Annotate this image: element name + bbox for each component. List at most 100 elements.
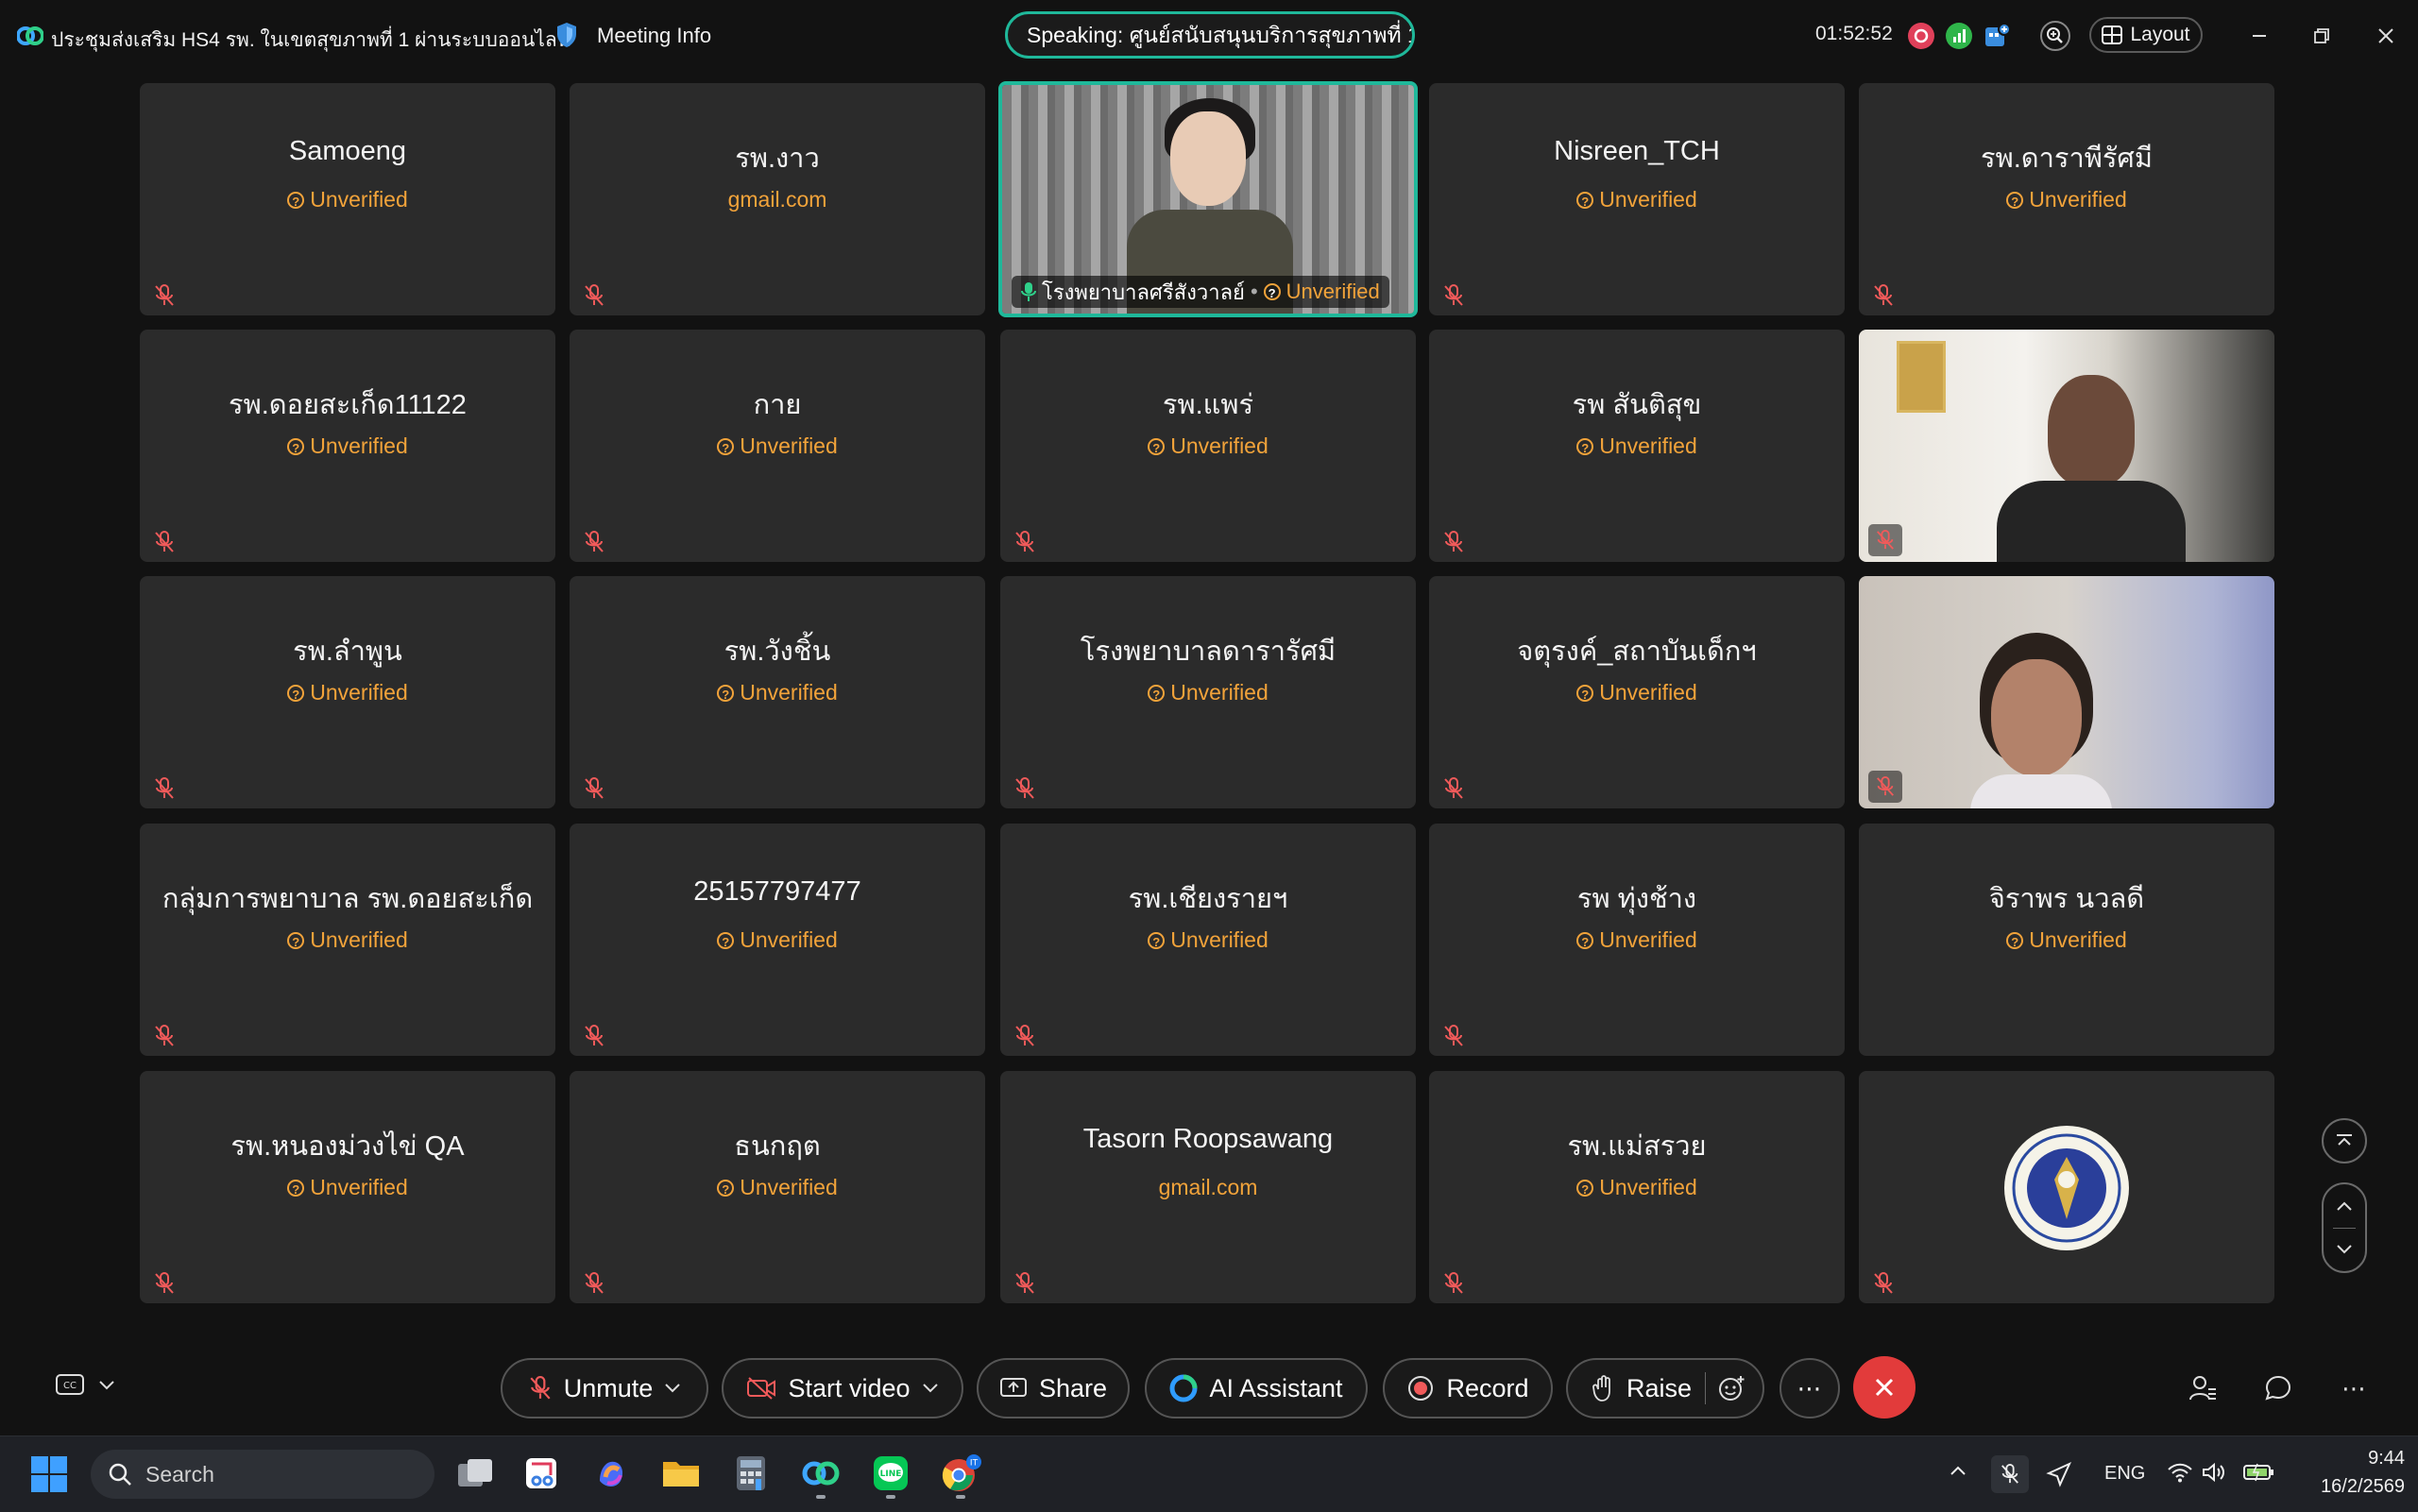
show-hidden-icons-button[interactable]	[1948, 1461, 1968, 1487]
reactions-icon[interactable]	[1717, 1374, 1745, 1402]
participant-tile[interactable]: Samoeng ? Unverified	[140, 83, 555, 315]
participant-video-tile[interactable]	[1859, 576, 2274, 808]
verification-status: ? Unverified	[140, 187, 555, 212]
record-icon	[1408, 1376, 1434, 1401]
layout-grid-icon	[2102, 25, 2123, 44]
page-down-button[interactable]	[2324, 1230, 2365, 1267]
participant-tile[interactable]: โรงพยาบาลดารารัศมี ? Unverified	[1000, 576, 1416, 808]
participants-button[interactable]	[2184, 1369, 2222, 1407]
participant-tile[interactable]: รพ.ลำพูน ? Unverified	[140, 576, 555, 808]
minimize-icon[interactable]	[2239, 17, 2280, 55]
record-label: Record	[1446, 1373, 1529, 1402]
webex-app-icon[interactable]	[799, 1452, 843, 1495]
windows-start-icon[interactable]	[30, 1455, 68, 1493]
participant-tile[interactable]: รพ.ดอยสะเก็ด11122 ? Unverified	[140, 330, 555, 562]
zoom-icon[interactable]	[2038, 19, 2072, 53]
verification-status: ? Unverified	[570, 927, 985, 953]
participant-tile[interactable]: 25157797477 ? Unverified	[570, 824, 985, 1056]
more-options-button[interactable]: ⋯	[1779, 1358, 1840, 1419]
line-app-icon[interactable]: LINE	[869, 1452, 912, 1495]
mic-muted-icon	[1015, 1272, 1034, 1294]
meeting-info-button[interactable]: Meeting Info	[586, 19, 723, 53]
participant-tile[interactable]: รพ.วังชิ้น ? Unverified	[570, 576, 985, 808]
svg-text:IT: IT	[970, 1459, 979, 1469]
chevron-down-icon[interactable]	[922, 1383, 939, 1394]
ai-assistant-button[interactable]: AI Assistant	[1145, 1358, 1368, 1419]
close-icon[interactable]	[2365, 17, 2407, 55]
recording-status-icon[interactable]	[1908, 23, 1934, 49]
participant-tile[interactable]: รพ.เชียงรายฯ ? Unverified	[1000, 824, 1416, 1056]
participant-domain: gmail.com	[1158, 1175, 1258, 1199]
participant-tile[interactable]: รพ ทุ่งช้าง ? Unverified	[1429, 824, 1845, 1056]
layout-button[interactable]: Layout	[2089, 17, 2203, 53]
captions-button[interactable]: CC	[55, 1373, 115, 1398]
participant-name: รพ ทุ่งช้าง	[1576, 884, 1697, 914]
participant-tile[interactable]: รพ.แม่สรวย ? Unverified	[1429, 1071, 1845, 1303]
clock-time[interactable]: 9:44	[2333, 1448, 2405, 1470]
clock-date[interactable]: 16/2/2569	[2295, 1476, 2405, 1498]
participant-tile[interactable]: รพ.ดาราพีรัศมี ? Unverified	[1859, 83, 2274, 315]
participant-name: รพ.แพร่	[1162, 390, 1254, 420]
participant-tile[interactable]: Tasorn Roopsawang gmail.com	[1000, 1071, 1416, 1303]
meeting-timer: 01:52:52	[1815, 23, 1893, 44]
battery-icon[interactable]	[2242, 1461, 2274, 1488]
question-icon: ?	[1576, 684, 1594, 702]
record-button[interactable]: Record	[1383, 1358, 1553, 1419]
participant-tile[interactable]: Nisreen_TCH ? Unverified	[1429, 83, 1845, 315]
verification-status: ? Unverified	[1429, 927, 1845, 953]
volume-icon[interactable]	[2201, 1461, 2227, 1488]
verification-status: ? Unverified	[1000, 680, 1416, 705]
raise-hand-button[interactable]: Raise	[1566, 1358, 1764, 1419]
participant-tile[interactable]: กาย ? Unverified	[570, 330, 985, 562]
participant-name: Samoeng	[288, 136, 407, 166]
input-language[interactable]: ENG	[2104, 1463, 2145, 1485]
snipping-tool-icon[interactable]	[519, 1452, 563, 1495]
active-speaker-tile[interactable]: โรงพยาบาลศรีสังวาลย์ • ? Unverified	[998, 81, 1418, 317]
chat-button[interactable]	[2259, 1369, 2297, 1407]
participant-video-tile[interactable]	[1859, 330, 2274, 562]
tray-mic-muted-icon[interactable]	[1991, 1455, 2029, 1493]
participant-tile[interactable]: รพ สันติสุข ? Unverified	[1429, 330, 1845, 562]
verification-status: ? Unverified	[140, 433, 555, 459]
more-menu-button[interactable]: ⋯	[2335, 1369, 2373, 1407]
participant-tile[interactable]: จตุรงค์_สถาบันเด็กฯ ? Unverified	[1429, 576, 1845, 808]
calculator-icon[interactable]	[729, 1452, 773, 1495]
verification-status: ? Unverified	[1000, 927, 1416, 953]
question-icon: ?	[287, 684, 305, 702]
participant-tile[interactable]: รพ.หนองม่วงไข่ QA ? Unverified	[140, 1071, 555, 1303]
participant-name: กลุ่มการพยาบาล รพ.ดอยสะเก็ด	[162, 884, 534, 914]
chrome-icon[interactable]: IT	[939, 1452, 982, 1495]
participant-tile[interactable]: จิราพร นวลดี ? Unverified	[1859, 824, 2274, 1056]
chevron-down-icon[interactable]	[664, 1383, 681, 1394]
search-icon	[109, 1463, 131, 1486]
question-icon: ?	[1576, 931, 1594, 949]
end-call-button[interactable]	[1853, 1356, 1916, 1419]
verification-status: ? Unverified	[1000, 433, 1416, 459]
participant-tile[interactable]: กลุ่มการพยาบาล รพ.ดอยสะเก็ด ? Unverified	[140, 824, 555, 1056]
location-icon[interactable]	[2046, 1461, 2072, 1492]
page-scroll-controls	[2322, 1182, 2367, 1273]
scroll-to-top-button[interactable]	[2322, 1118, 2367, 1164]
participant-tile[interactable]: รพ.งาว gmail.com	[570, 83, 985, 315]
calendar-add-icon[interactable]	[1980, 19, 2014, 53]
file-explorer-icon[interactable]	[659, 1452, 703, 1495]
unmute-button[interactable]: Unmute	[501, 1358, 708, 1419]
start-video-button[interactable]: Start video	[722, 1358, 963, 1419]
wifi-icon[interactable]	[2167, 1461, 2193, 1488]
network-status-icon[interactable]	[1946, 23, 1972, 49]
copilot-icon[interactable]	[589, 1452, 633, 1495]
verification-status: ? Unverified	[140, 927, 555, 953]
taskbar-search[interactable]: Search	[91, 1450, 434, 1499]
participant-name: รพ.วังชิ้น	[724, 637, 831, 667]
page-up-button[interactable]	[2324, 1188, 2365, 1226]
ai-assistant-icon	[1169, 1374, 1198, 1402]
share-button[interactable]: Share	[977, 1358, 1130, 1419]
task-view-icon[interactable]	[453, 1452, 497, 1495]
ai-assistant-label: AI Assistant	[1209, 1373, 1343, 1402]
participant-avatar-tile[interactable]	[1859, 1071, 2274, 1303]
layout-label: Layout	[2130, 24, 2190, 45]
participant-name: โรงพยาบาลศรีสังวาลย์	[1042, 280, 1245, 304]
participant-tile[interactable]: ธนกฤต ? Unverified	[570, 1071, 985, 1303]
restore-icon[interactable]	[2301, 17, 2342, 55]
participant-tile[interactable]: รพ.แพร่ ? Unverified	[1000, 330, 1416, 562]
